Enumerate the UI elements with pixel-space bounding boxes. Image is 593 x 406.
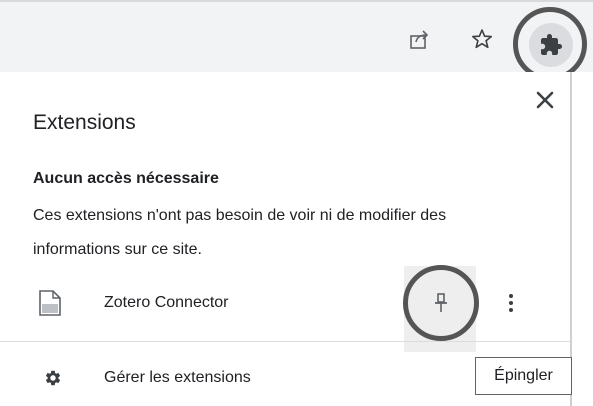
bookmark-star-icon[interactable] bbox=[467, 24, 497, 54]
manage-extensions-label: Gérer les extensions bbox=[104, 369, 251, 386]
extension-menu-button[interactable] bbox=[498, 288, 524, 318]
section-description: Ces extensions n'ont pas besoin de voir … bbox=[33, 207, 447, 258]
extension-name: Zotero Connector bbox=[104, 294, 229, 311]
popup-title: Extensions bbox=[33, 111, 136, 134]
share-icon[interactable] bbox=[404, 24, 434, 54]
extension-row-zotero[interactable]: Zotero Connector bbox=[0, 266, 570, 352]
more-vertical-icon bbox=[509, 294, 513, 312]
extensions-button[interactable] bbox=[529, 23, 573, 67]
close-icon bbox=[536, 91, 554, 109]
divider bbox=[0, 341, 570, 342]
gear-icon bbox=[46, 370, 61, 386]
document-icon bbox=[39, 290, 61, 316]
pin-tooltip: Épingler bbox=[475, 357, 572, 395]
page-background bbox=[572, 72, 593, 406]
section-heading: Aucun accès nécessaire bbox=[33, 170, 219, 187]
puzzle-icon bbox=[541, 34, 562, 55]
browser-toolbar bbox=[0, 0, 593, 72]
pin-icon bbox=[435, 293, 447, 312]
manage-extensions-item[interactable]: Gérer les extensions bbox=[0, 352, 470, 402]
pin-button[interactable] bbox=[427, 288, 455, 318]
close-button[interactable] bbox=[531, 86, 559, 114]
